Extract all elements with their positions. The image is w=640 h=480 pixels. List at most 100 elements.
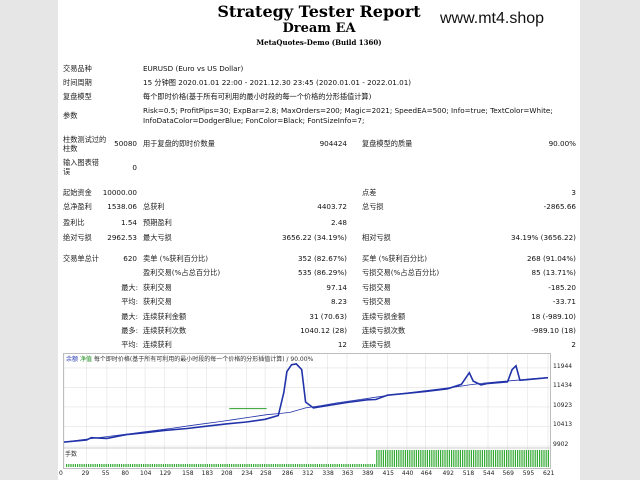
deposit-load-bar xyxy=(525,450,527,467)
deposit-load-bar xyxy=(385,450,387,467)
deposit-load-bar xyxy=(506,450,508,467)
deposit-label: 起始资金 xyxy=(63,188,92,197)
deposit-load-bar xyxy=(290,464,292,467)
deposit-load-bar xyxy=(367,464,369,467)
deposit-load-bar xyxy=(517,450,519,467)
deposit-load-bar xyxy=(347,464,349,467)
deposit-load-bar xyxy=(319,464,321,467)
avg-profit-label: 获利交易 xyxy=(143,297,172,306)
deposit-load-bar xyxy=(356,464,358,467)
deposit-load-bar xyxy=(413,450,415,467)
average-prefix: 平均: xyxy=(121,297,138,306)
deposit-load-bar xyxy=(492,450,494,467)
quality-label: 复盘模型的质量 xyxy=(362,139,413,148)
expected-payoff-label: 预期盈利 xyxy=(143,218,172,227)
deposit-load-bar xyxy=(294,464,296,467)
deposit-load-bar xyxy=(70,464,72,467)
deposit-load-bar xyxy=(107,464,109,467)
avg-cons-wins-value: 12 xyxy=(337,340,347,349)
deposit-load-bar xyxy=(68,464,70,467)
deposit-load-bar xyxy=(354,464,356,467)
grossloss-value: -2865.66 xyxy=(543,202,576,211)
deposit-load-bar xyxy=(325,464,327,467)
deposit-load-bar xyxy=(270,464,272,467)
deposit-load-bar xyxy=(334,464,336,467)
avg-cons-losses-label: 连续亏损 xyxy=(362,340,391,349)
params-label: 参数 xyxy=(63,111,78,120)
deposit-load-bar xyxy=(448,450,450,467)
deposit-load-bar xyxy=(239,464,241,467)
deposit-load-bar xyxy=(266,464,268,467)
x-tick-label: 183 xyxy=(201,470,214,477)
max-cons-loss-value: -989.10 (18) xyxy=(531,326,576,335)
deposit-load-bar xyxy=(213,464,215,467)
deposit-load-bar xyxy=(96,464,98,467)
x-tick-label: 104 xyxy=(140,470,152,477)
symbol-value: EURUSD (Euro vs US Dollar) xyxy=(143,64,244,73)
max-cons-losses-value: 18 (-989.10) xyxy=(531,312,576,321)
deposit-load-bar xyxy=(299,464,301,467)
deposit-load-bar xyxy=(283,464,285,467)
deposit-load-bar xyxy=(147,464,149,467)
build-info: MetaQuotes-Demo (Build 1360) xyxy=(256,38,382,47)
deposit-load-bar xyxy=(418,450,420,467)
deposit-load-bar xyxy=(343,464,345,467)
deposit-load-bar xyxy=(462,450,464,467)
max-cons-loss-label: 连续亏损次数 xyxy=(362,326,406,335)
errors-label-2: 误 xyxy=(63,167,71,176)
deposit-load-bar xyxy=(442,450,444,467)
deposit-load-bar xyxy=(92,464,94,467)
deposit-load-bar xyxy=(112,464,114,467)
deposit-load-bar xyxy=(156,464,158,467)
x-tick-label: 544 xyxy=(482,470,495,477)
deposit-load-bar xyxy=(277,464,279,467)
deposit-load-bar xyxy=(475,450,477,467)
deposit-load-bar xyxy=(215,464,217,467)
deposit-load-bar xyxy=(501,450,503,467)
deposit-load-bar xyxy=(545,450,547,467)
deposit-load-bar xyxy=(402,450,404,467)
x-tick-label: 389 xyxy=(362,470,374,477)
deposit-load-bar xyxy=(246,464,248,467)
x-tick-label: 464 xyxy=(420,470,433,477)
deposit-load-bar xyxy=(305,464,307,467)
deposit-load-bar xyxy=(453,450,455,467)
deposit-load-bar xyxy=(510,450,512,467)
x-tick-label: 234 xyxy=(241,470,253,477)
long-label: 买单 (%获利百分比) xyxy=(362,254,428,263)
deposit-load-bar xyxy=(539,450,541,467)
deposit-load-bar xyxy=(459,450,461,467)
deposit-load-bar xyxy=(136,464,138,467)
deposit-load-bar xyxy=(72,464,74,467)
deposit-load-bar xyxy=(255,464,257,467)
deposit-load-bar xyxy=(149,464,151,467)
deposit-load-bar xyxy=(371,464,373,467)
deposit-load-bar xyxy=(118,464,120,467)
bars-value: 50080 xyxy=(114,139,137,148)
deposit-load-bar xyxy=(132,464,134,467)
deposit-load-bar xyxy=(209,464,211,467)
deposit-load-bar xyxy=(547,450,549,467)
deposit-load-bar xyxy=(437,450,439,467)
y-tick-label: 11434 xyxy=(553,382,573,390)
deposit-load-bar xyxy=(345,464,347,467)
deposit-load-bar xyxy=(125,464,127,467)
abs-drawdown-label: 绝对亏损 xyxy=(63,233,92,242)
deposit-load-bar xyxy=(341,464,343,467)
deposit-load-bar xyxy=(382,450,384,467)
quality-value: 90.00% xyxy=(548,139,576,148)
deposit-load-bar xyxy=(363,464,365,467)
deposit-load-bar xyxy=(143,464,145,467)
avg-profit-value: 8.23 xyxy=(330,297,347,306)
deposit-load-bar xyxy=(272,464,274,467)
deposit-load-bar xyxy=(178,464,180,467)
deposit-load-bar xyxy=(242,464,244,467)
deposit-load-bar xyxy=(105,464,107,467)
deposit-load-bar xyxy=(235,464,237,467)
max-cons-wins-label: 连续获利金额 xyxy=(143,312,187,321)
period-value: 15 分钟图 2020.01.01 22:00 - 2021.12.30 23:… xyxy=(143,78,412,87)
deposit-load-bar xyxy=(503,450,505,467)
deposit-load-bar xyxy=(336,464,338,467)
profit-trades-value: 535 (86.29%) xyxy=(297,268,347,277)
netprofit-value: 1538.06 xyxy=(107,202,137,211)
